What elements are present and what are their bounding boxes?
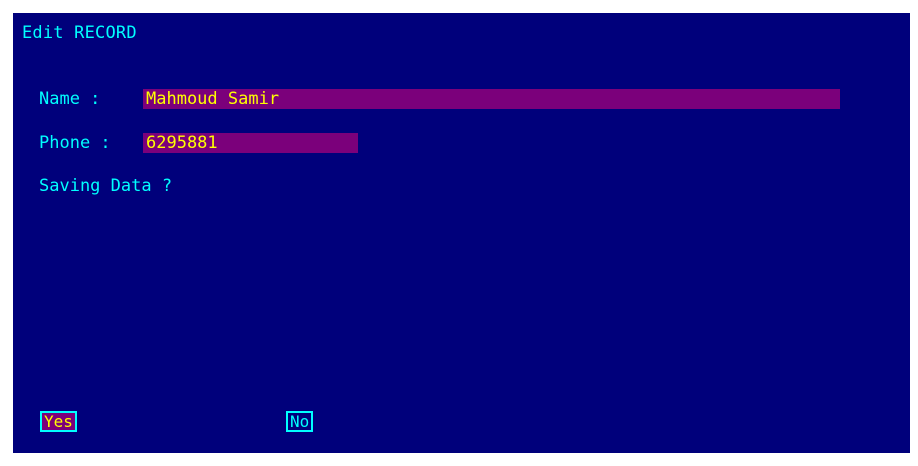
- phone-label: Phone :: [39, 133, 121, 153]
- name-label: Name :: [39, 89, 111, 109]
- edit-record-screen: Edit RECORD Name : Mahmoud Samir Phone :…: [13, 13, 910, 453]
- screen-title: Edit RECORD: [22, 23, 137, 43]
- no-button[interactable]: No: [286, 411, 314, 432]
- phone-row: Phone :: [39, 133, 121, 153]
- phone-input[interactable]: 6295881: [143, 133, 358, 153]
- name-row: Name :: [39, 89, 111, 109]
- name-input[interactable]: Mahmoud Samir: [143, 89, 840, 109]
- save-prompt: Saving Data ?: [39, 176, 173, 196]
- yes-button[interactable]: Yes: [40, 411, 77, 432]
